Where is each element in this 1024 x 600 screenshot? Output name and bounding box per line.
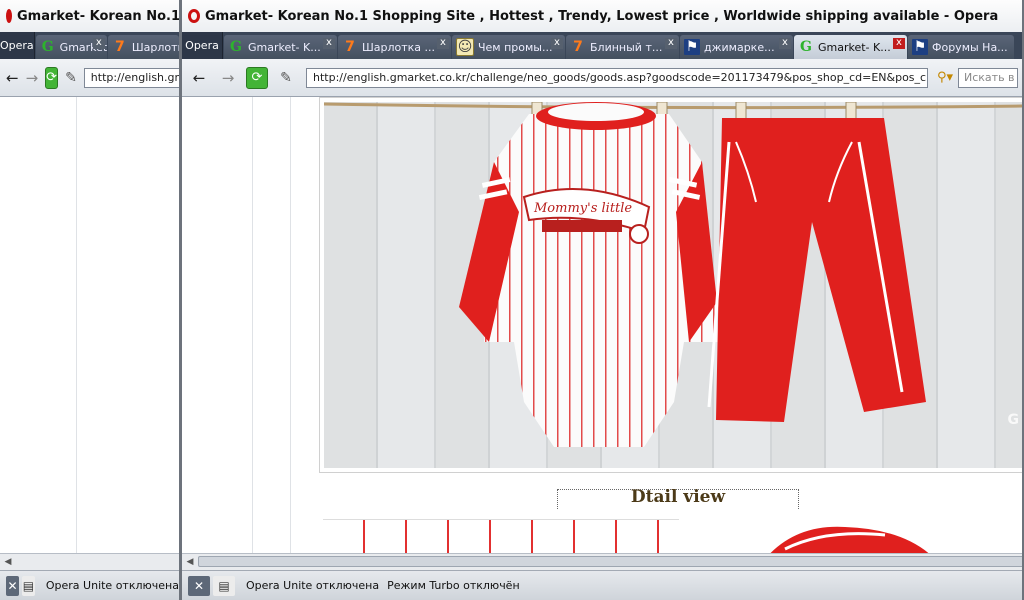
gmarket-g-icon: G	[230, 39, 242, 55]
tab-sharlotka[interactable]: 7 Шарлотка ... x	[338, 35, 451, 59]
tab-sharlotka[interactable]: 7 Шарлотка ...	[107, 35, 179, 59]
seven-icon: 7	[573, 39, 583, 55]
background-browser-window[interactable]: Gmarket- Korean No.1 Shopping Site , Hot…	[0, 0, 181, 600]
close-icon[interactable]: x	[779, 38, 791, 49]
scroll-left-icon[interactable]: ◀	[182, 557, 198, 567]
reload-icon[interactable]: ⟳	[246, 66, 268, 89]
address-field[interactable]: http://english.gmarket.co.kr/challenge/n…	[83, 67, 179, 88]
tab-label: Чем промы...	[478, 40, 553, 54]
turbo-status[interactable]: Режим Turbo отключён	[387, 579, 520, 592]
flag-icon: ⚑	[912, 39, 928, 55]
window-title: Gmarket- Korean No.1 Shopping Site , Hot…	[17, 8, 181, 24]
status-bar: ✕ ▤ Opera Unite отключена	[0, 570, 179, 600]
page-divider	[252, 97, 253, 553]
tab-bar: Opera G Gmarket- K... x 7 Шарлотка ...	[0, 32, 179, 59]
close-icon[interactable]: x	[323, 38, 335, 49]
foreground-browser-window[interactable]: Gmarket- Korean No.1 Shopping Site , Hot…	[180, 0, 1024, 600]
tab-blinny[interactable]: 7 Блинный т... x	[566, 35, 679, 59]
tab-bar: Opera G Gmarket- K... x 7 Шарлотка ... x…	[182, 32, 1022, 59]
product-photo-frame: Mommy's little G	[319, 97, 1022, 473]
tab-gmarket-active[interactable]: G Gmarket- K... x	[794, 35, 907, 59]
tab-chem-promy[interactable]: ☺ Чем промы... x	[452, 35, 565, 59]
scrollbar-thumb[interactable]	[198, 556, 1022, 567]
status-bar: ✕ ▤ Opera Unite отключена Режим Turbo от…	[182, 570, 1022, 600]
unite-status[interactable]: Opera Unite отключена	[46, 579, 179, 592]
scroll-left-icon[interactable]: ◀	[0, 557, 16, 567]
baby-clothes-image: Mommy's little	[324, 102, 1022, 447]
tab-label: Шарлотка ...	[131, 40, 179, 54]
tab-label: Блинный т...	[590, 40, 663, 54]
back-arrow-icon[interactable]: ←	[6, 67, 19, 89]
page-content	[0, 97, 179, 553]
close-icon[interactable]: x	[893, 38, 905, 49]
window-titlebar: Gmarket- Korean No.1 Shopping Site , Hot…	[182, 0, 1022, 32]
gmarket-g-icon: G	[41, 39, 54, 55]
detail-view-section: Dtail view	[319, 489, 1022, 553]
flag-icon: ⚑	[684, 39, 700, 55]
detail-view-heading: Dtail view	[557, 489, 799, 509]
search-engine-icon[interactable]: ⚲▾	[932, 68, 958, 88]
tab-label: джимарке...	[704, 40, 775, 54]
opera-logo-icon	[188, 9, 200, 23]
opera-logo-icon	[6, 9, 12, 23]
seven-icon: 7	[345, 39, 355, 55]
tab-dzhimarket[interactable]: ⚑ джимарке... x	[680, 35, 793, 59]
horizontal-scrollbar[interactable]: ◀	[182, 553, 1022, 570]
tab-label: Форумы На...	[932, 40, 1008, 54]
tab-forumy[interactable]: ⚑ Форумы На...	[908, 35, 1014, 59]
edit-pen-icon[interactable]: ✎	[275, 67, 297, 89]
tab-gmarket[interactable]: G Gmarket- K... x	[35, 35, 107, 59]
reload-icon[interactable]: ⟳	[45, 66, 59, 89]
address-field[interactable]: http://english.gmarket.co.kr/challenge/n…	[306, 67, 928, 88]
panel-toggle-icon[interactable]: ✕	[6, 575, 19, 596]
unite-icon[interactable]: ▤	[213, 575, 235, 596]
gmarket-g-icon: G	[800, 39, 812, 55]
tab-gmarket[interactable]: G Gmarket- K... x	[224, 35, 337, 59]
page-content: Mommy's little G Dtail view	[182, 97, 1022, 553]
unite-status[interactable]: Opera Unite отключена	[246, 579, 379, 592]
close-icon[interactable]: x	[92, 38, 105, 49]
detail-image-left[interactable]	[323, 519, 679, 553]
page-divider	[76, 97, 77, 553]
detail-image-right[interactable]	[685, 519, 1022, 553]
seven-icon: 7	[114, 39, 125, 55]
edit-pen-icon[interactable]: ✎	[65, 67, 77, 89]
product-photo[interactable]: Mommy's little G	[324, 102, 1022, 468]
tab-label: Gmarket- K...	[818, 40, 891, 54]
forward-arrow-icon[interactable]: →	[26, 67, 39, 89]
opera-menu-button[interactable]: Opera	[0, 32, 35, 59]
smiley-icon: ☺	[456, 38, 474, 56]
photo-watermark: G	[1007, 412, 1020, 428]
svg-text:Mommy's little: Mommy's little	[533, 201, 632, 216]
back-arrow-icon[interactable]: ←	[188, 67, 210, 89]
tab-label: Gmarket- K...	[248, 40, 321, 54]
search-input[interactable]: Искать в Г	[958, 67, 1018, 88]
forward-arrow-icon[interactable]: →	[217, 67, 239, 89]
navigation-toolbar: ← → ⟳ ✎ http://english.gmarket.co.kr/cha…	[0, 59, 179, 97]
close-icon[interactable]: x	[551, 38, 563, 49]
window-titlebar: Gmarket- Korean No.1 Shopping Site , Hot…	[0, 0, 179, 32]
horizontal-scrollbar[interactable]: ◀	[0, 553, 179, 570]
close-icon[interactable]: x	[665, 38, 677, 49]
close-icon[interactable]: x	[437, 38, 449, 49]
unite-icon[interactable]: ▤	[21, 575, 35, 596]
tab-label: Шарлотка ...	[362, 40, 436, 54]
opera-menu-button[interactable]: Opera	[182, 32, 223, 59]
navigation-toolbar: ← → ⟳ ✎ http://english.gmarket.co.kr/cha…	[182, 59, 1022, 97]
window-title: Gmarket- Korean No.1 Shopping Site , Hot…	[205, 8, 999, 24]
panel-toggle-icon[interactable]: ✕	[188, 575, 210, 596]
page-divider	[290, 97, 291, 553]
